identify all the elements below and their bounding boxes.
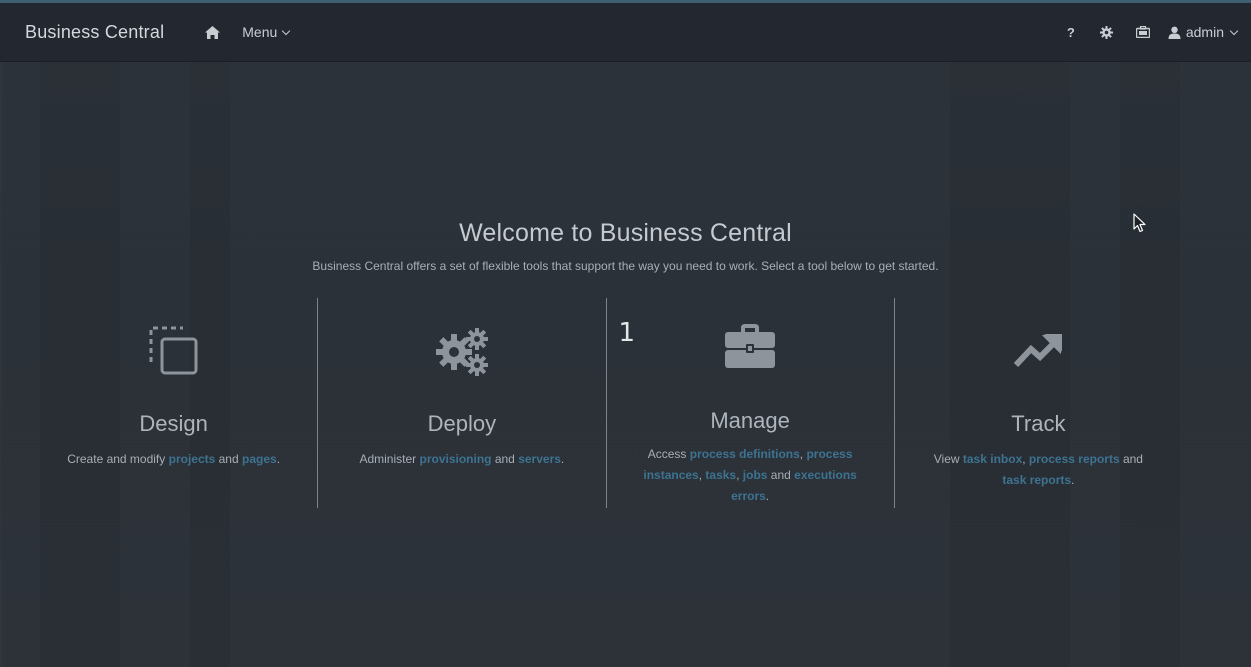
tool-track-desc: View task inbox, process reports and tas… — [925, 449, 1152, 491]
tool-design-desc: Create and modify projects and pages. — [50, 449, 297, 470]
text: and — [767, 468, 795, 482]
tool-deploy-desc: Administer provisioning and servers. — [338, 449, 585, 470]
servers-link[interactable]: servers — [518, 452, 561, 466]
step-number: 1 — [618, 318, 636, 348]
tool-design-title: Design — [139, 411, 208, 436]
brand-title[interactable]: Business Central — [25, 22, 164, 43]
tool-deploy[interactable]: Deploy Administer provisioning and serve… — [317, 298, 605, 508]
tool-deploy-title: Deploy — [427, 411, 497, 436]
process-definitions-link[interactable]: process definitions — [690, 447, 800, 461]
welcome-title: Welcome to Business Central — [459, 219, 792, 247]
toolbox-icon — [725, 324, 776, 373]
design-icon — [149, 326, 199, 381]
text: . — [765, 489, 770, 503]
text: . — [560, 452, 565, 466]
chevron-down-icon — [1229, 26, 1239, 35]
menu-dropdown[interactable]: Menu — [242, 24, 291, 40]
welcome-section: Welcome to Business Central Business Cen… — [0, 219, 1251, 273]
tool-tiles: Design Create and modify projects and pa… — [30, 298, 1182, 508]
trend-arrow-icon — [1014, 330, 1067, 373]
text: . — [276, 452, 281, 466]
home-icon[interactable] — [204, 24, 220, 40]
briefcase-icon[interactable] — [1135, 25, 1150, 39]
mouse-cursor-icon — [1133, 213, 1146, 238]
tool-track-title: Track — [1011, 411, 1066, 436]
projects-link[interactable]: projects — [169, 452, 216, 466]
pages-link[interactable]: pages — [242, 452, 277, 466]
text: View — [933, 452, 963, 466]
welcome-subtitle: Business Central offers a set of flexibl… — [312, 259, 939, 273]
tool-manage[interactable]: 1 Manage Access process definitions, pro… — [605, 298, 894, 508]
gear-icon[interactable] — [1100, 25, 1114, 39]
tool-track[interactable]: Track View task inbox, process reports a… — [893, 298, 1182, 508]
process-reports-link[interactable]: process reports — [1029, 452, 1120, 466]
text: . — [1071, 473, 1075, 487]
text: and — [1119, 452, 1143, 466]
tool-manage-desc: Access process definitions, process inst… — [637, 444, 864, 507]
text: , — [1022, 452, 1029, 466]
task-inbox-link[interactable]: task inbox — [963, 452, 1022, 466]
help-icon[interactable]: ? — [1064, 25, 1078, 40]
user-menu[interactable]: admin — [1168, 24, 1239, 40]
menu-label: Menu — [242, 24, 278, 40]
text: and — [491, 452, 519, 466]
tool-manage-title: Manage — [710, 408, 790, 433]
task-reports-link[interactable]: task reports — [1002, 473, 1071, 487]
chevron-down-icon — [282, 26, 291, 35]
navbar-right: ? admin — [1042, 24, 1239, 40]
user-name: admin — [1185, 24, 1224, 40]
text: Administer — [359, 452, 420, 466]
cogs-icon — [435, 328, 489, 381]
tool-design[interactable]: Design Create and modify projects and pa… — [30, 298, 317, 508]
jobs-link[interactable]: jobs — [743, 468, 768, 482]
text: and — [215, 452, 242, 466]
tasks-link[interactable]: tasks — [705, 468, 736, 482]
text: Access — [647, 447, 690, 461]
provisioning-link[interactable]: provisioning — [420, 452, 492, 466]
navbar: Business Central Menu ? admin — [0, 3, 1251, 62]
app-root: Business Central Menu ? admin Welcome to… — [0, 0, 1251, 667]
user-icon — [1168, 26, 1181, 39]
text: , — [736, 468, 743, 482]
text: Create and modify — [67, 452, 169, 466]
